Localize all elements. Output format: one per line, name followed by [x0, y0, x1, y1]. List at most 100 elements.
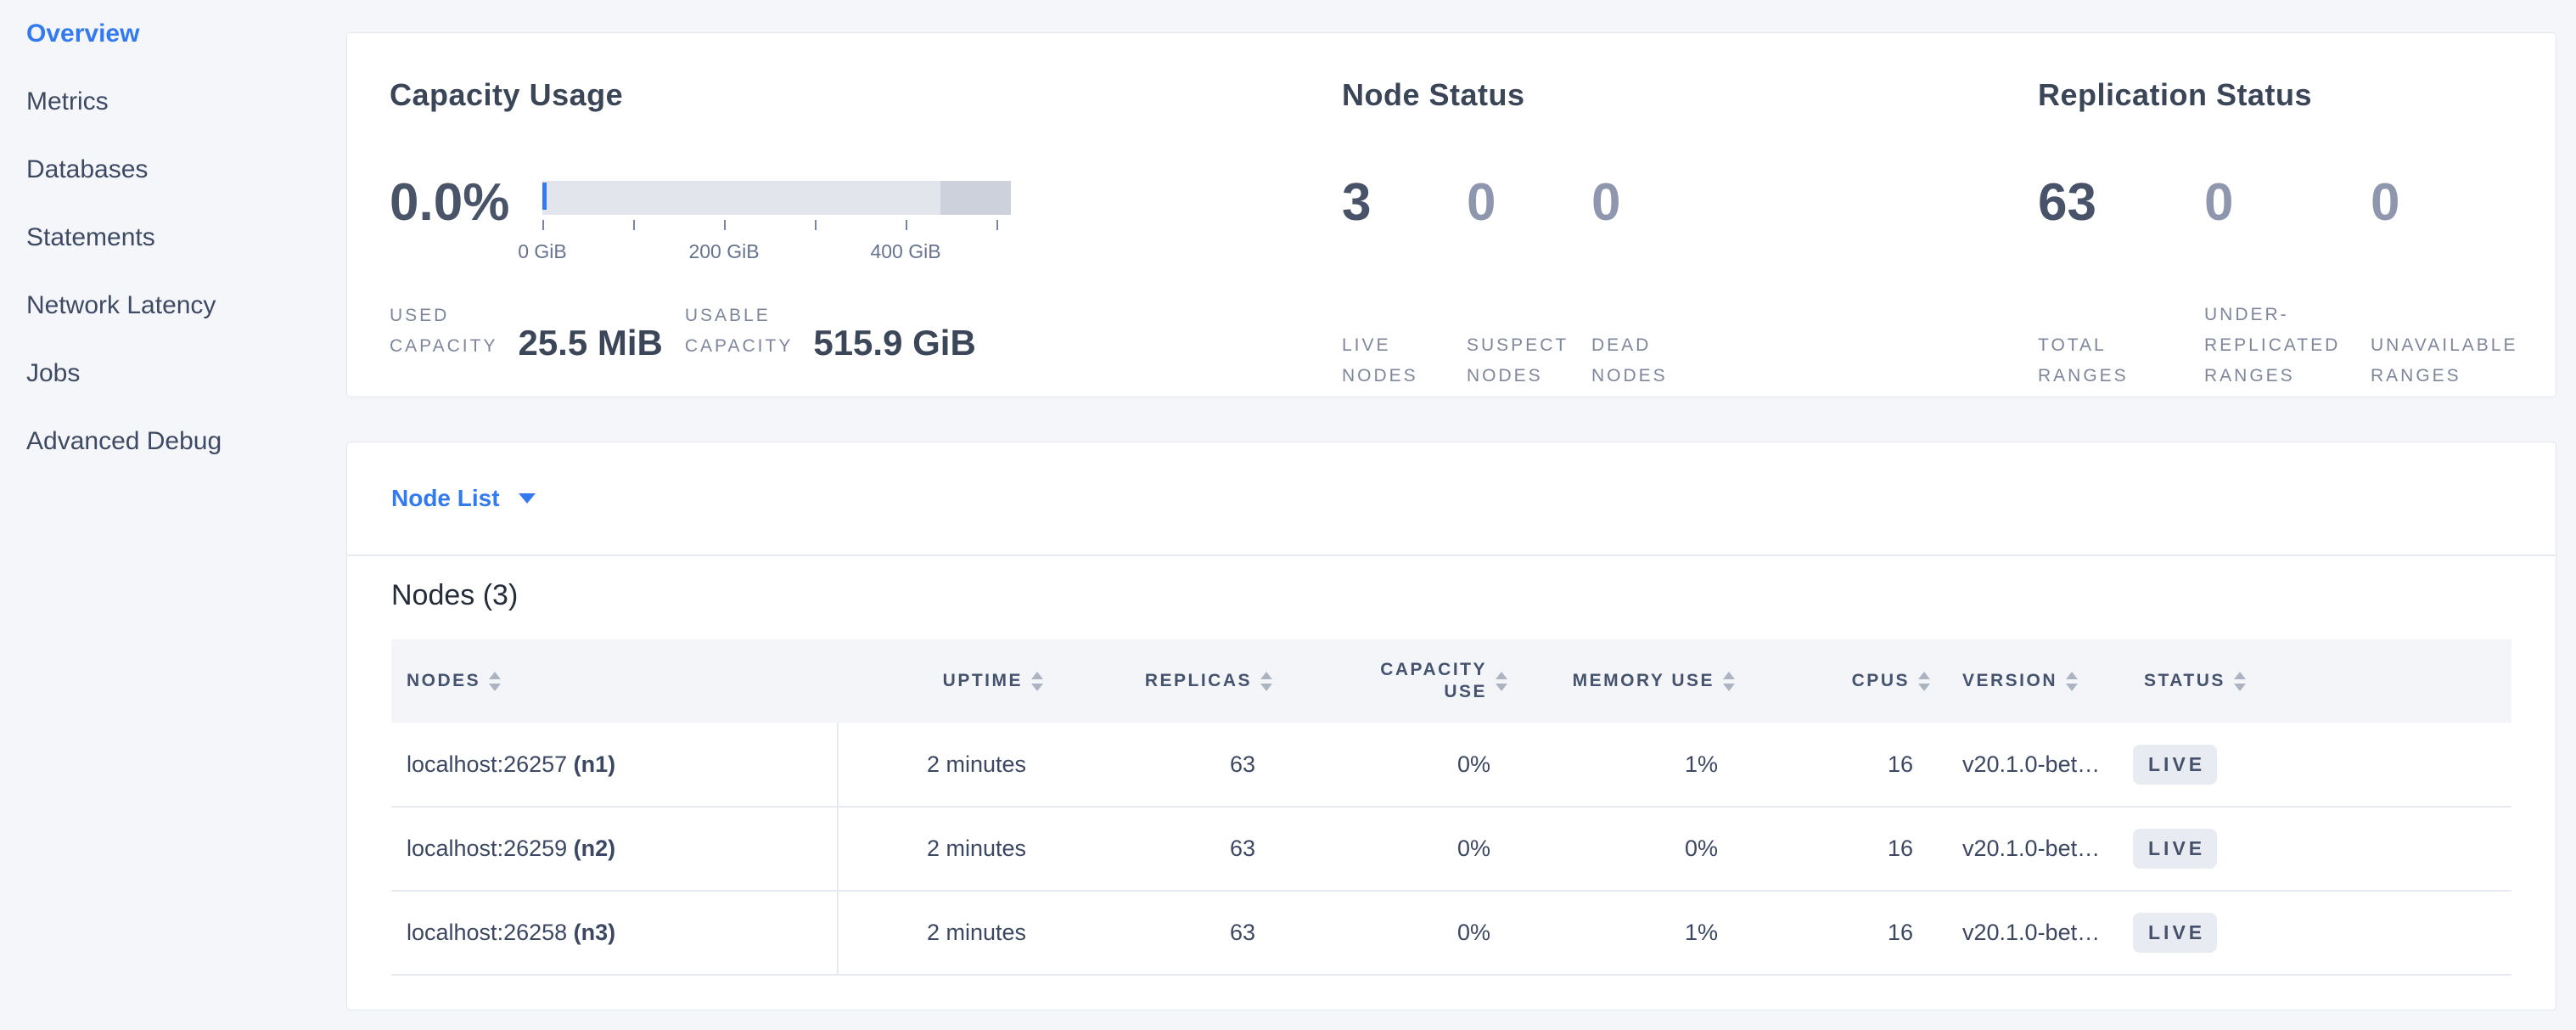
status-badge: LIVE [2133, 745, 2217, 785]
main-content: Capacity Usage 0.0% 0 GiB200 GiB400 GiB … [346, 0, 2576, 1030]
uptime-cell: 2 minutes [838, 891, 1056, 975]
summary-stat-value: 0 [1467, 171, 1591, 235]
cluster-summary-card: Capacity Usage 0.0% 0 GiB200 GiB400 GiB … [346, 32, 2556, 397]
uptime-cell: 2 minutes [838, 723, 1056, 807]
sidebar-item-databases[interactable]: Databases [0, 136, 346, 204]
uptime-cell: 2 minutes [838, 807, 1056, 891]
capacity-use-cell: 0% [1285, 891, 1520, 975]
status-cell: LIVE [2123, 807, 2511, 891]
nodes-table-rows: localhost:26257 (n1)2 minutes630%1%16v20… [391, 723, 2511, 975]
sort-icon [1260, 672, 1272, 691]
summary-stat-label: DEAD NODES [1591, 330, 1716, 391]
node-address-cell[interactable]: localhost:26259 (n2) [391, 807, 838, 891]
summary-stat-value: 0 [2371, 171, 2537, 235]
column-header-label: VERSION [1962, 670, 2057, 692]
axis-tick-label: 200 GiB [688, 240, 759, 263]
sidebar-item-network-latency[interactable]: Network Latency [0, 272, 346, 340]
summary-stat-label: LIVE NODES [1342, 330, 1467, 391]
node-status-title: Node Status [1342, 77, 1525, 113]
summary-stat-value: 63 [2038, 171, 2204, 235]
table-row[interactable]: localhost:26257 (n1)2 minutes630%1%16v20… [391, 723, 2511, 807]
capacity-use-cell: 0% [1285, 723, 1520, 807]
node-list-card: Node List Nodes (3) NODESUPTIMEREPLICASC… [346, 442, 2556, 1010]
column-header-label: STATUS [2144, 670, 2225, 692]
capacity-bar-axis: 0 GiB200 GiB400 GiB [542, 220, 1011, 271]
sidebar-item-statements[interactable]: Statements [0, 204, 346, 272]
replication-status-values: 6300 [2038, 171, 2537, 235]
sidebar-item-overview[interactable]: Overview [0, 0, 346, 68]
capacity-stat-label: USED CAPACITY [390, 301, 497, 362]
capacity-stat-label: USABLE CAPACITY [685, 301, 793, 362]
node-status-labels: LIVE NODESSUSPECT NODESDEAD NODES [1342, 245, 1716, 391]
column-header-uptime[interactable]: UPTIME [838, 639, 1056, 723]
node-list-dropdown[interactable]: Node List [391, 485, 536, 512]
column-header-label: REPLICAS [1145, 670, 1252, 692]
node-id: (n2) [574, 836, 616, 861]
column-header-status[interactable]: STATUS [2123, 639, 2511, 723]
sidebar-item-jobs[interactable]: Jobs [0, 340, 346, 408]
column-header-capacity-use[interactable]: CAPACITY USE [1285, 639, 1520, 723]
sidebar-item-metrics[interactable]: Metrics [0, 68, 346, 136]
sort-icon [1918, 672, 1930, 691]
capacity-usage-section: Capacity Usage 0.0% 0 GiB200 GiB400 GiB … [347, 33, 1342, 397]
sort-icon [2234, 672, 2246, 691]
table-row[interactable]: localhost:26259 (n2)2 minutes630%0%16v20… [391, 807, 2511, 891]
status-badge: LIVE [2133, 829, 2217, 869]
capacity-bar-used-marker [542, 183, 547, 210]
summary-stat-label: UNAVAILABLE RANGES [2371, 330, 2537, 391]
axis-tick [906, 220, 907, 230]
capacity-stats: USED CAPACITY25.5 MiBUSABLE CAPACITY515.… [390, 301, 976, 362]
capacity-usage-title: Capacity Usage [390, 77, 623, 113]
capacity-bar-chart [542, 181, 1011, 215]
axis-tick [815, 220, 817, 230]
capacity-bar-usable-segment [542, 181, 940, 215]
column-header-nodes[interactable]: NODES [391, 639, 838, 723]
status-badge: LIVE [2133, 913, 2217, 953]
node-id: (n3) [574, 920, 616, 945]
node-list-dropdown-label: Node List [391, 485, 500, 512]
cpus-cell: 16 [1748, 723, 1943, 807]
column-header-cpus[interactable]: CPUS [1748, 639, 1943, 723]
sidebar: OverviewMetricsDatabasesStatementsNetwor… [0, 0, 346, 1030]
axis-tick [542, 220, 544, 230]
column-header-label: CAPACITY USE [1380, 659, 1487, 703]
sort-icon [489, 672, 501, 691]
summary-stat-value: 0 [2204, 171, 2371, 235]
replicas-cell: 63 [1056, 807, 1285, 891]
capacity-use-cell: 0% [1285, 807, 1520, 891]
replication-status-section: Replication Status 6300 TOTAL RANGESUNDE… [2038, 33, 2556, 397]
nodes-table-header-row: NODES UPTIME REPLICAS CAPACITY USE MEMORY US… [391, 639, 2511, 723]
view-selector-row: Node List [347, 442, 2556, 556]
version-cell: v20.1.0-bet… [1943, 891, 2123, 975]
sidebar-item-advanced-debug[interactable]: Advanced Debug [0, 408, 346, 476]
table-row[interactable]: localhost:26258 (n3)2 minutes630%1%16v20… [391, 891, 2511, 975]
node-status-section: Node Status 300 LIVE NODESSUSPECT NODESD… [1342, 33, 2038, 397]
cpus-cell: 16 [1748, 891, 1943, 975]
capacity-used-percent: 0.0% [390, 171, 509, 235]
axis-tick [633, 220, 635, 230]
column-header-version[interactable]: VERSION [1943, 639, 2123, 723]
cpus-cell: 16 [1748, 807, 1943, 891]
node-id: (n1) [574, 751, 616, 777]
memory-use-cell: 1% [1520, 891, 1748, 975]
replicas-cell: 63 [1056, 723, 1285, 807]
replication-status-labels: TOTAL RANGESUNDER- REPLICATED RANGESUNAV… [2038, 245, 2537, 391]
sort-icon [1723, 672, 1735, 691]
status-cell: LIVE [2123, 723, 2511, 807]
summary-stat-label: TOTAL RANGES [2038, 330, 2204, 391]
status-cell: LIVE [2123, 891, 2511, 975]
replication-status-title: Replication Status [2038, 77, 2312, 113]
column-header-label: NODES [407, 670, 480, 692]
column-header-label: MEMORY USE [1573, 670, 1715, 692]
sort-icon [2066, 672, 2078, 691]
sort-icon [1496, 672, 1507, 691]
column-header-label: UPTIME [943, 670, 1023, 692]
summary-stat-label: UNDER- REPLICATED RANGES [2204, 300, 2371, 391]
capacity-stat-value: 25.5 MiB [518, 324, 662, 362]
node-table-body: Nodes (3) NODESUPTIMEREPLICASCAPACITY US… [347, 577, 2556, 976]
axis-tick [996, 220, 998, 230]
node-address-cell[interactable]: localhost:26258 (n3) [391, 891, 838, 975]
column-header-replicas[interactable]: REPLICAS [1056, 639, 1285, 723]
column-header-memory-use[interactable]: MEMORY USE [1520, 639, 1748, 723]
node-address-cell[interactable]: localhost:26257 (n1) [391, 723, 838, 807]
